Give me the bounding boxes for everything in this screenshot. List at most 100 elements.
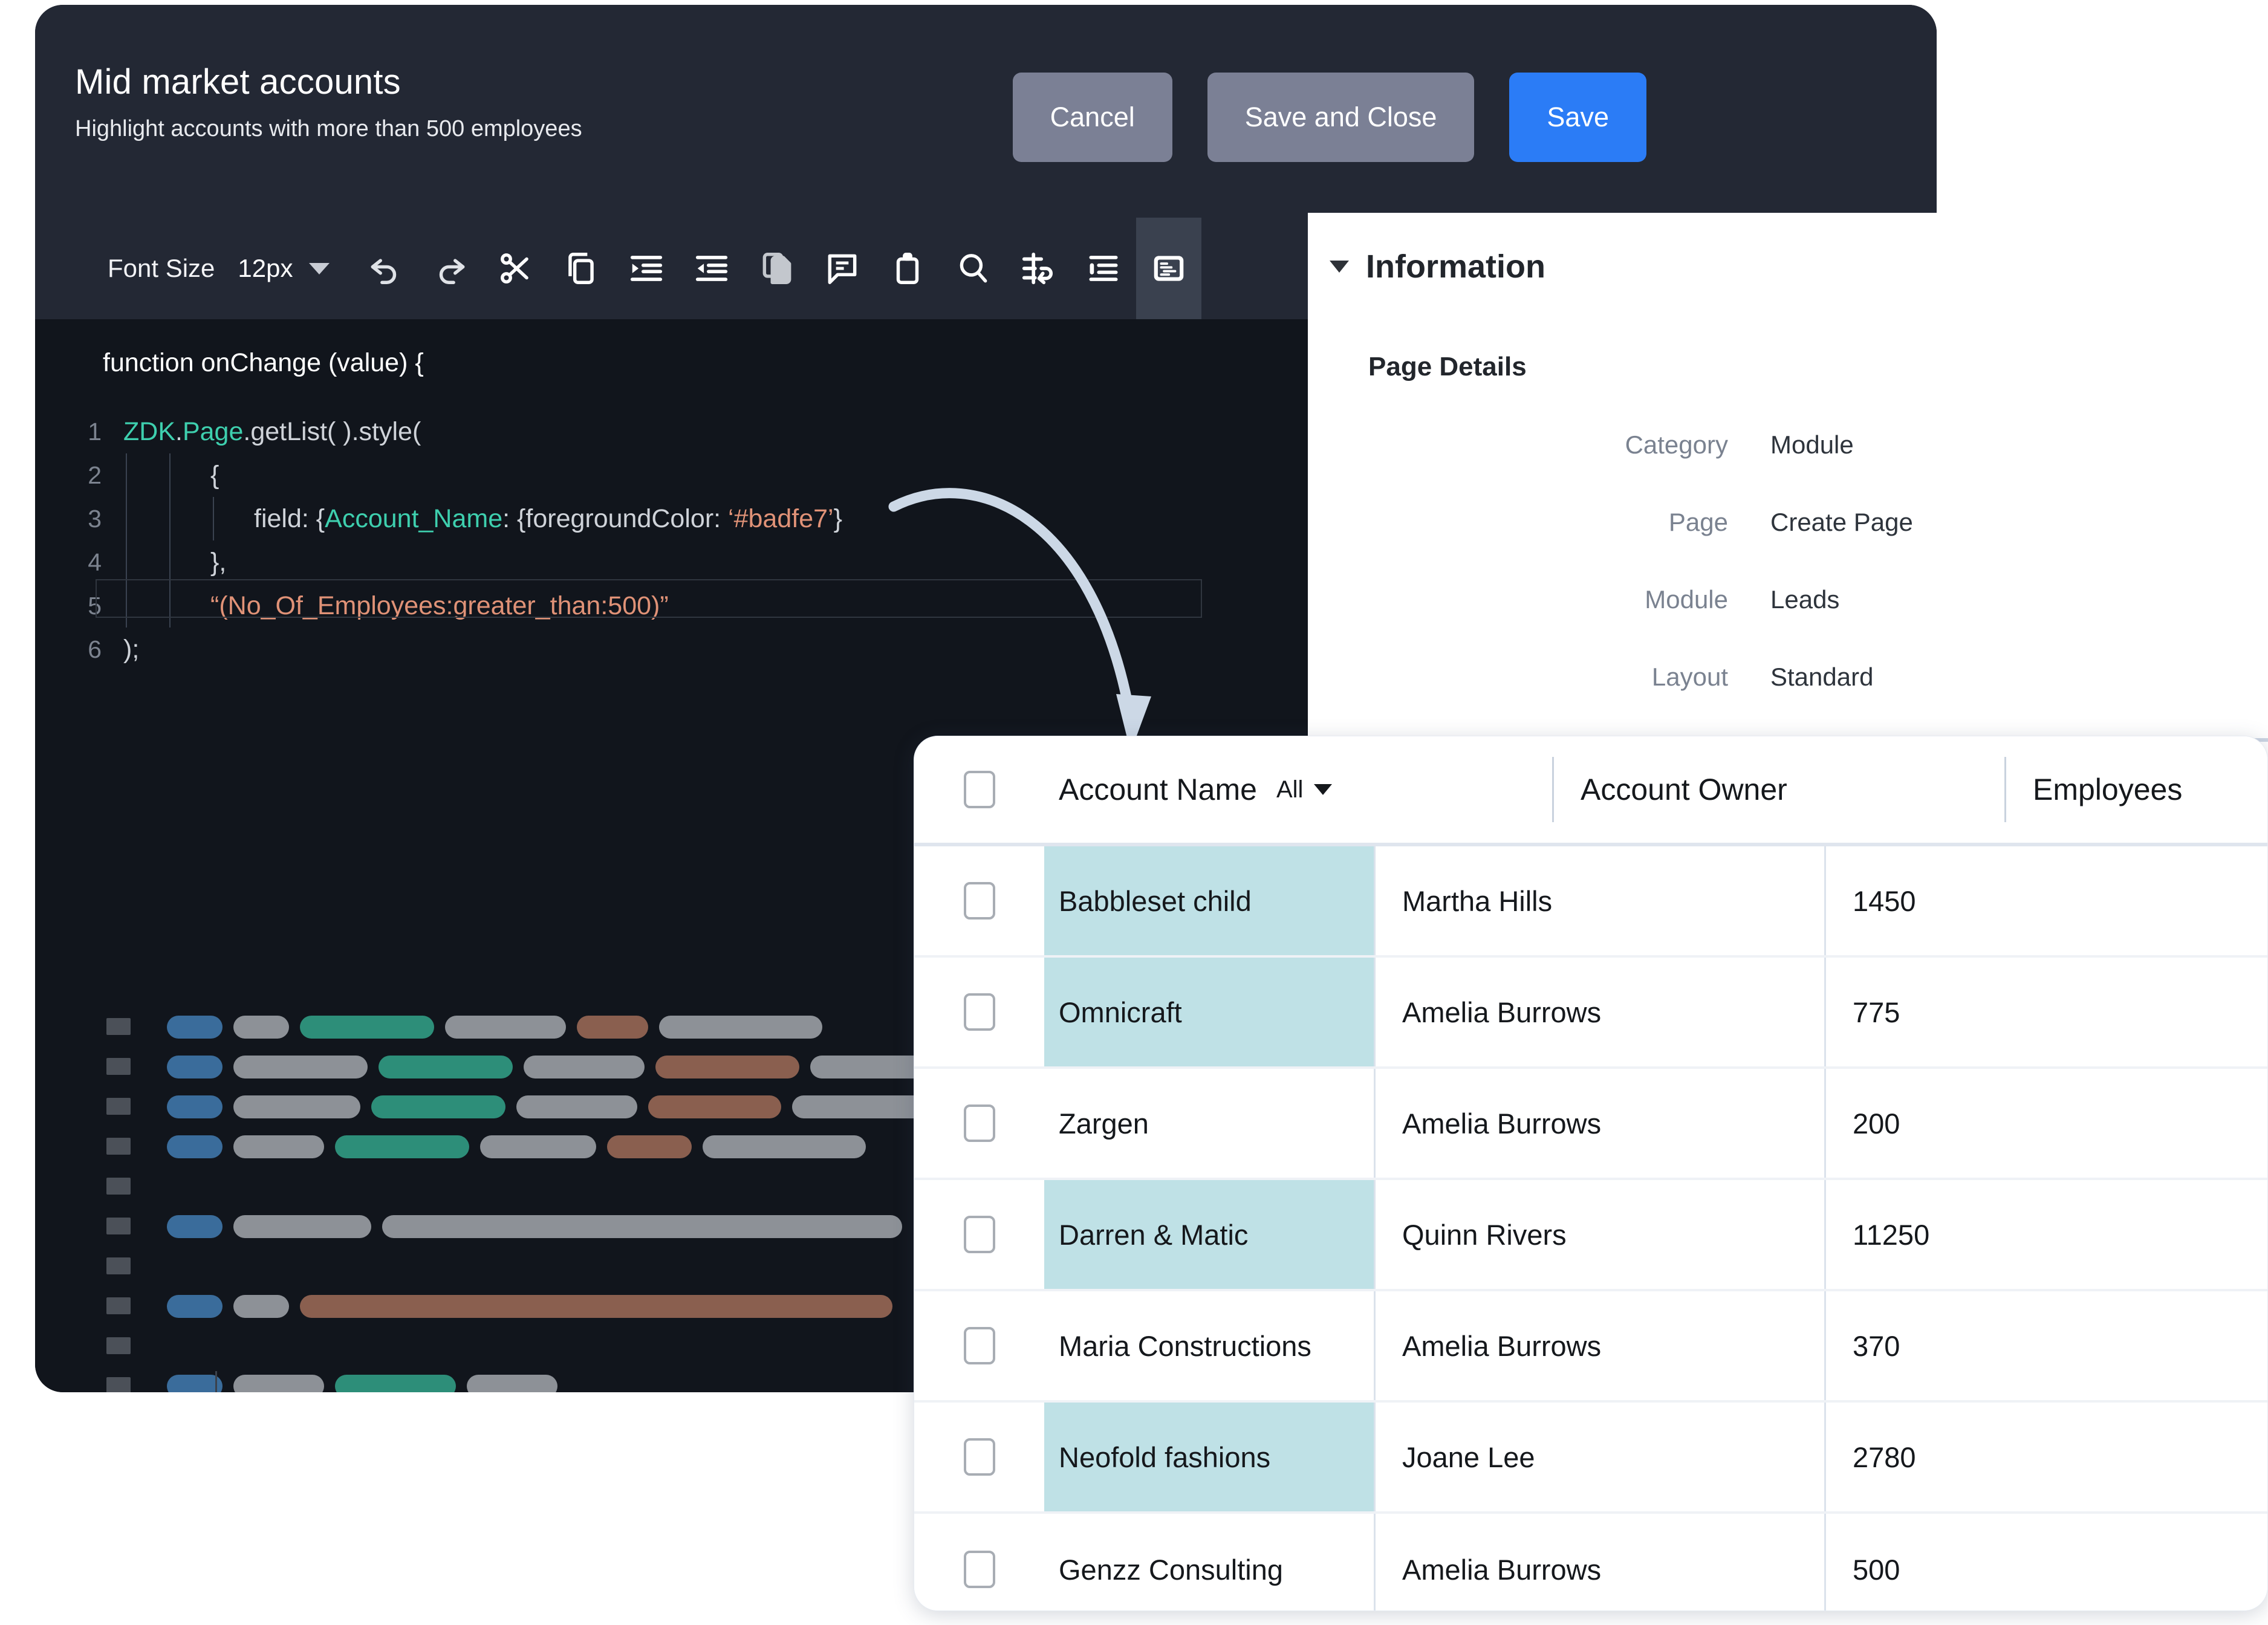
word-wrap-button[interactable] <box>1006 218 1071 319</box>
page-detail-value: Module <box>1770 430 1854 459</box>
code-token: ‘#badfe7’ <box>728 504 834 533</box>
column-header-account-name[interactable]: Account Name All <box>1044 772 1552 807</box>
cell-account-name[interactable]: Neofold fashions <box>1044 1403 1374 1511</box>
information-title: Information <box>1366 248 1545 285</box>
cell-employees: 2780 <box>1824 1403 2267 1511</box>
code-token: ZDK <box>123 417 175 446</box>
page-detail-value: Create Page <box>1770 508 1913 536</box>
paste-button[interactable] <box>744 218 810 319</box>
cell-account-name[interactable]: Zargen <box>1044 1069 1374 1178</box>
search-button[interactable] <box>940 218 1006 319</box>
table-row[interactable]: Maria Constructions Amelia Burrows 370 <box>914 1291 2267 1403</box>
triangle-collapse-icon[interactable] <box>1330 261 1349 273</box>
skeleton-bar <box>607 1135 692 1158</box>
indent-decrease-icon <box>693 250 730 287</box>
code-token: }, <box>210 547 227 577</box>
format-list-button[interactable] <box>1071 218 1136 319</box>
cell-employees: 370 <box>1824 1291 2267 1400</box>
indent-increase-icon <box>628 250 665 287</box>
search-icon <box>954 250 992 287</box>
undo-button[interactable] <box>353 218 418 319</box>
window-titlebar: Mid market accounts Highlight accounts w… <box>35 5 1937 218</box>
code-preview-icon <box>1150 250 1188 287</box>
table-row[interactable]: Neofold fashions Joane Lee 2780 <box>914 1403 2267 1514</box>
cell-account-name[interactable]: Babbleset child <box>1044 846 1374 955</box>
indent-guide <box>126 540 127 584</box>
page-detail-row: Page Create Page <box>1308 484 2268 561</box>
row-select-cell <box>914 1403 1044 1511</box>
row-select-cell <box>914 1514 1044 1610</box>
undo-icon <box>366 250 404 287</box>
code-line: 6); <box>35 628 1343 671</box>
information-header[interactable]: Information <box>1330 248 1545 285</box>
titlebar-actions: Cancel Save and Close Save <box>1012 73 1646 162</box>
page-detail-key: Page <box>1668 508 1728 536</box>
table-row[interactable]: Darren & Matic Quinn Rivers 11250 <box>914 1180 2267 1291</box>
code-line: 2{ <box>35 453 1343 497</box>
cell-employees: 11250 <box>1824 1180 2267 1289</box>
select-all-checkbox[interactable] <box>963 771 995 808</box>
comment-button[interactable] <box>810 218 875 319</box>
skeleton-bar <box>300 1016 434 1039</box>
title-block: Mid market accounts Highlight accounts w… <box>75 63 582 142</box>
code-token: Account_Name <box>325 504 503 533</box>
skeleton-gutter-block <box>106 1058 131 1075</box>
cell-account-name[interactable]: Omnicraft <box>1044 958 1374 1066</box>
toolbar-icon-group <box>353 218 1201 319</box>
column-header-account-owner-label: Account Owner <box>1581 773 1787 806</box>
table-row[interactable]: Babbleset child Martha Hills 1450 <box>914 846 2267 958</box>
skeleton-bar <box>167 1215 223 1238</box>
table-row[interactable]: Genzz Consulting Amelia Burrows 500 <box>914 1514 2267 1610</box>
row-checkbox[interactable] <box>963 1104 995 1142</box>
row-select-cell <box>914 1291 1044 1400</box>
code-token: . <box>175 417 183 446</box>
save-button[interactable]: Save <box>1509 73 1646 162</box>
code-token: : {foregroundColor: <box>502 504 729 533</box>
cell-account-name[interactable]: Darren & Matic <box>1044 1180 1374 1289</box>
table-row[interactable]: Omnicraft Amelia Burrows 775 <box>914 958 2267 1069</box>
font-size-value[interactable]: 12px <box>238 254 293 283</box>
cancel-button[interactable]: Cancel <box>1012 73 1172 162</box>
cell-account-name[interactable]: Maria Constructions <box>1044 1291 1374 1400</box>
indent-increase-button[interactable] <box>614 218 679 319</box>
line-number: 5 <box>88 591 102 620</box>
skeleton-bar <box>167 1295 223 1318</box>
page-detail-value: Standard <box>1770 663 1874 691</box>
redo-button[interactable] <box>418 218 483 319</box>
row-select-cell <box>914 1069 1044 1178</box>
code-line-text: field: {Account_Name: {foregroundColor: … <box>254 504 842 534</box>
skeleton-bar <box>233 1016 289 1039</box>
cell-account-name[interactable]: Genzz Consulting <box>1044 1514 1374 1610</box>
word-wrap-icon <box>1019 250 1057 287</box>
account-name-filter-dropdown[interactable]: All <box>1276 776 1333 803</box>
code-preview-button[interactable] <box>1136 218 1201 319</box>
copy-button[interactable] <box>548 218 614 319</box>
row-checkbox[interactable] <box>963 1327 995 1364</box>
cut-button[interactable] <box>483 218 548 319</box>
skeleton-bar <box>648 1095 781 1118</box>
indent-decrease-button[interactable] <box>679 218 744 319</box>
save-and-close-button[interactable]: Save and Close <box>1207 73 1475 162</box>
code-line-text: ); <box>123 635 139 664</box>
row-checkbox[interactable] <box>963 1216 995 1253</box>
skeleton-bar <box>167 1016 223 1039</box>
delete-button[interactable] <box>875 218 940 319</box>
table-row[interactable]: Zargen Amelia Burrows 200 <box>914 1069 2267 1180</box>
page-detail-row: Category Module <box>1308 406 2268 484</box>
row-checkbox[interactable] <box>963 993 995 1031</box>
column-header-employees[interactable]: Employees <box>2006 772 2267 807</box>
column-header-account-owner[interactable]: Account Owner <box>1554 772 2004 807</box>
page-details-title: Page Details <box>1368 352 1527 381</box>
row-checkbox[interactable] <box>963 882 995 920</box>
skeleton-bar <box>233 1056 368 1078</box>
indent-guide <box>126 453 127 497</box>
page-detail-value: Leads <box>1770 585 1840 614</box>
row-checkbox[interactable] <box>963 1551 995 1588</box>
row-checkbox[interactable] <box>963 1438 995 1476</box>
skeleton-bar <box>703 1135 866 1158</box>
trash-delete-icon <box>889 250 926 287</box>
editor-toolbar: Font Size 12px <box>35 218 1343 319</box>
cell-employees: 500 <box>1824 1514 2267 1610</box>
chevron-down-icon[interactable] <box>308 262 330 274</box>
skeleton-gutter-block <box>106 1218 131 1234</box>
